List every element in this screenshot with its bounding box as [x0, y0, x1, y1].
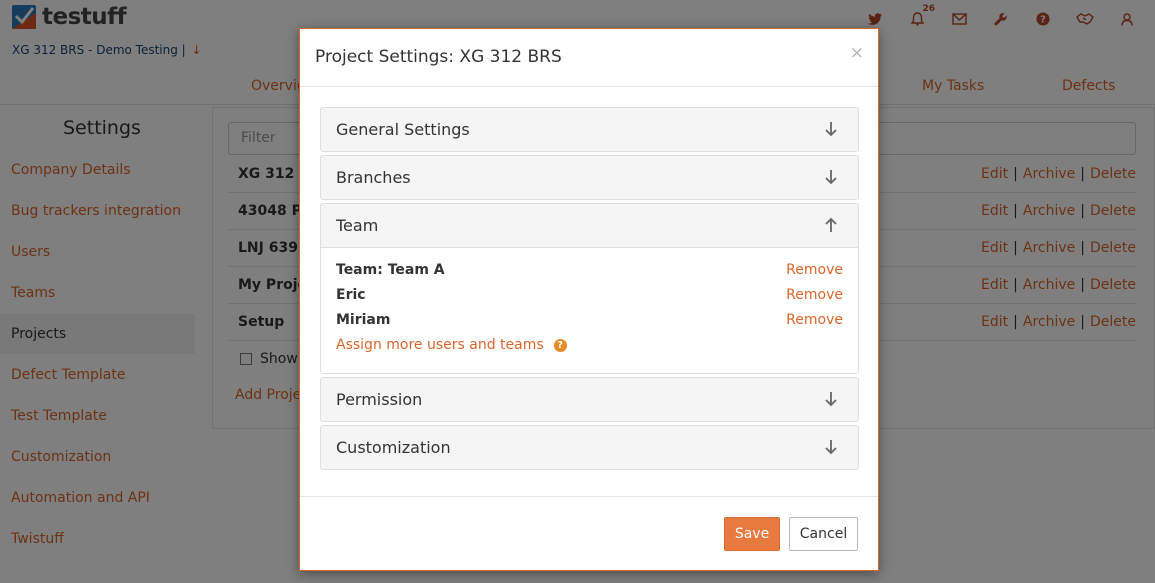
arrow-down-icon: [825, 392, 837, 407]
modal-title: Project Settings: XG 312 BRS: [315, 47, 562, 67]
section-team-header[interactable]: Team: [321, 204, 858, 247]
settings-accordion: General Settings Branches Team Team: Tea…: [320, 107, 859, 473]
modal-footer: Save Cancel: [300, 496, 878, 570]
section-permission: Permission: [320, 377, 859, 422]
member-name: Eric: [336, 287, 366, 303]
arrow-down-icon: [825, 440, 837, 455]
section-branches: Branches: [320, 155, 859, 200]
cancel-button[interactable]: Cancel: [789, 517, 858, 551]
section-customization-header[interactable]: Customization: [321, 426, 858, 469]
remove-link[interactable]: Remove: [786, 262, 843, 278]
section-label: Customization: [336, 438, 451, 457]
member-name: Miriam: [336, 312, 391, 328]
section-branches-header[interactable]: Branches: [321, 156, 858, 199]
arrow-up-icon: [825, 217, 837, 232]
section-customization: Customization: [320, 425, 859, 470]
section-general-settings-header[interactable]: General Settings: [321, 108, 858, 151]
close-icon[interactable]: ×: [850, 43, 864, 63]
remove-link[interactable]: Remove: [786, 312, 843, 328]
assign-users-link[interactable]: Assign more users and teams: [336, 337, 544, 353]
arrow-down-icon: [825, 170, 837, 185]
modal-header: Project Settings: XG 312 BRS ×: [300, 29, 878, 87]
remove-link[interactable]: Remove: [786, 287, 843, 303]
team-section-body: Team: Team A Remove Eric Remove Miriam R…: [321, 247, 858, 373]
save-button[interactable]: Save: [724, 517, 780, 551]
project-settings-modal: Project Settings: XG 312 BRS × General S…: [299, 28, 879, 571]
arrow-down-icon: [825, 122, 837, 137]
section-permission-header[interactable]: Permission: [321, 378, 858, 421]
member-name: Team: Team A: [336, 262, 445, 278]
list-item: Eric Remove: [336, 287, 843, 312]
section-label: General Settings: [336, 120, 470, 139]
section-team: Team Team: Team A Remove Eric Remove Mir…: [320, 203, 859, 374]
list-item: Team: Team A Remove: [336, 262, 843, 287]
assign-users-row: Assign more users and teams ?: [336, 337, 843, 353]
section-general-settings: General Settings: [320, 107, 859, 152]
help-icon[interactable]: ?: [553, 338, 567, 352]
list-item: Miriam Remove: [336, 312, 843, 337]
section-label: Branches: [336, 168, 411, 187]
section-label: Team: [336, 216, 379, 235]
section-label: Permission: [336, 390, 423, 409]
